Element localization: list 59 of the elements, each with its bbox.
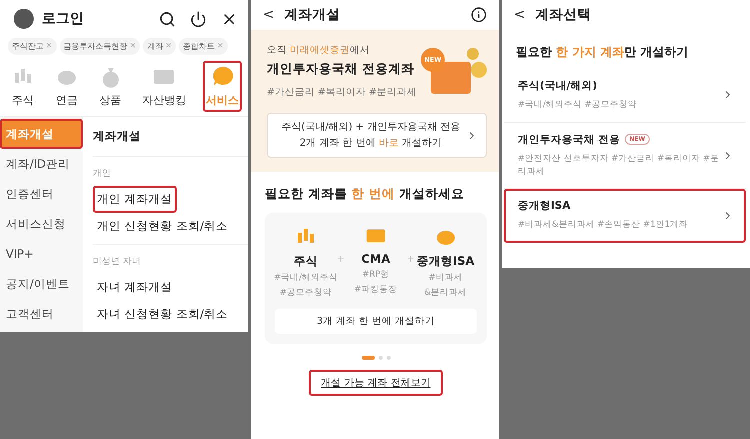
category-tab[interactable]: 연금: [52, 61, 82, 112]
section-heading: 필요한 계좌를 한 번에 개설하세요: [265, 186, 466, 203]
back-button[interactable]: <: [261, 7, 277, 23]
section-heading: 미성년 자녀: [93, 256, 142, 268]
account-tags: #비과세&분리과세 #손익통산 #1인1계좌: [518, 219, 722, 232]
sidebar-item[interactable]: 인증센터: [0, 179, 83, 209]
recent-tag[interactable]: 주식잔고 ×: [8, 38, 57, 55]
avatar: [14, 9, 34, 29]
page-dot[interactable]: [386, 356, 390, 360]
account-name: 중개형ISA: [417, 254, 475, 269]
account-name: CMA: [362, 252, 390, 266]
account-name: 개인투자용국채 전용: [518, 132, 621, 147]
sidebar-item[interactable]: VIP+: [0, 239, 83, 269]
account-tag: #국내/해외주식: [274, 272, 338, 284]
banner-tags: #가산금리 #복리이자 #분리과세: [267, 86, 417, 99]
account-tag: #비과세: [428, 272, 463, 284]
account-tag: &분리과세: [424, 287, 468, 299]
account-name: 주식: [294, 254, 318, 269]
account-name: 주식(국내/해외): [518, 79, 598, 93]
banner-title: 개인투자용국채 전용계좌: [267, 61, 416, 78]
open-three-accounts-button[interactable]: 3개 계좌 한 번에 개설하기: [275, 309, 477, 334]
power-icon[interactable]: [190, 10, 207, 28]
account-tag: #공모주청약: [280, 287, 332, 299]
screen-title: 로그인: [42, 10, 85, 28]
plus-sign: +: [337, 255, 345, 265]
recent-tag[interactable]: 계좌 ×: [143, 38, 176, 55]
sidebar-item[interactable]: 고객센터: [0, 299, 83, 329]
sidebar-item[interactable]: 서비스신청: [0, 209, 83, 239]
menu-title: 계좌개설: [93, 123, 248, 157]
page-dot[interactable]: [378, 356, 382, 360]
account-tags: #안전자산 선호투자자 #가산금리 #복리이자 #분리과세: [518, 152, 722, 178]
view-all-accounts-link[interactable]: 개설 가능 계좌 전체보기: [309, 370, 443, 396]
plus-sign: +: [407, 255, 415, 265]
recent-tag[interactable]: 종합차트 ×: [179, 38, 228, 55]
section-heading: 개인: [93, 168, 112, 180]
account-tag: #RP형: [362, 269, 390, 281]
banner-intro: 오직 미래에셋증권 에서: [267, 44, 372, 57]
back-button[interactable]: <: [512, 7, 528, 23]
menu-item[interactable]: 자녀 계좌개설: [93, 274, 177, 301]
category-tab[interactable]: 자산뱅킹: [139, 61, 190, 112]
section-heading: 필요한 한 가지 계좌만 개설하기: [515, 44, 690, 61]
account-option[interactable]: 중개형ISA #비과세&분리과세 #손익통산 #1인1계좌: [504, 189, 746, 243]
screen-title: 계좌개설: [284, 6, 342, 24]
open-two-accounts-button[interactable]: 주식(국내/해외) + 개인투자용국채 전용 2개 계좌 한 번에 바로 개설하기: [267, 113, 487, 158]
chat-bubble-icon: [210, 65, 234, 89]
recent-tag[interactable]: 금융투자소득현황 ×: [60, 38, 140, 55]
account-name: 중개형ISA: [518, 199, 571, 214]
sidebar-item[interactable]: 계좌/ID관리: [0, 149, 83, 179]
account-tag: #파킹통장: [354, 284, 398, 296]
screen-title: 계좌선택: [536, 6, 593, 24]
info-icon[interactable]: [471, 7, 487, 23]
account-tags: #국내/해외주식 #공모주청약: [518, 99, 722, 112]
menu-item[interactable]: 개인 계좌개설: [93, 186, 177, 213]
menu-item[interactable]: 개인 신청현황 조회/취소: [93, 213, 232, 240]
category-tab[interactable]: 주식: [8, 61, 38, 112]
menu-item[interactable]: 자녀 신청현황 조회/취소: [93, 301, 232, 328]
search-icon[interactable]: [159, 10, 176, 28]
category-tab[interactable]: 상품: [96, 61, 126, 112]
sidebar-item[interactable]: 공지/이벤트: [0, 269, 83, 299]
